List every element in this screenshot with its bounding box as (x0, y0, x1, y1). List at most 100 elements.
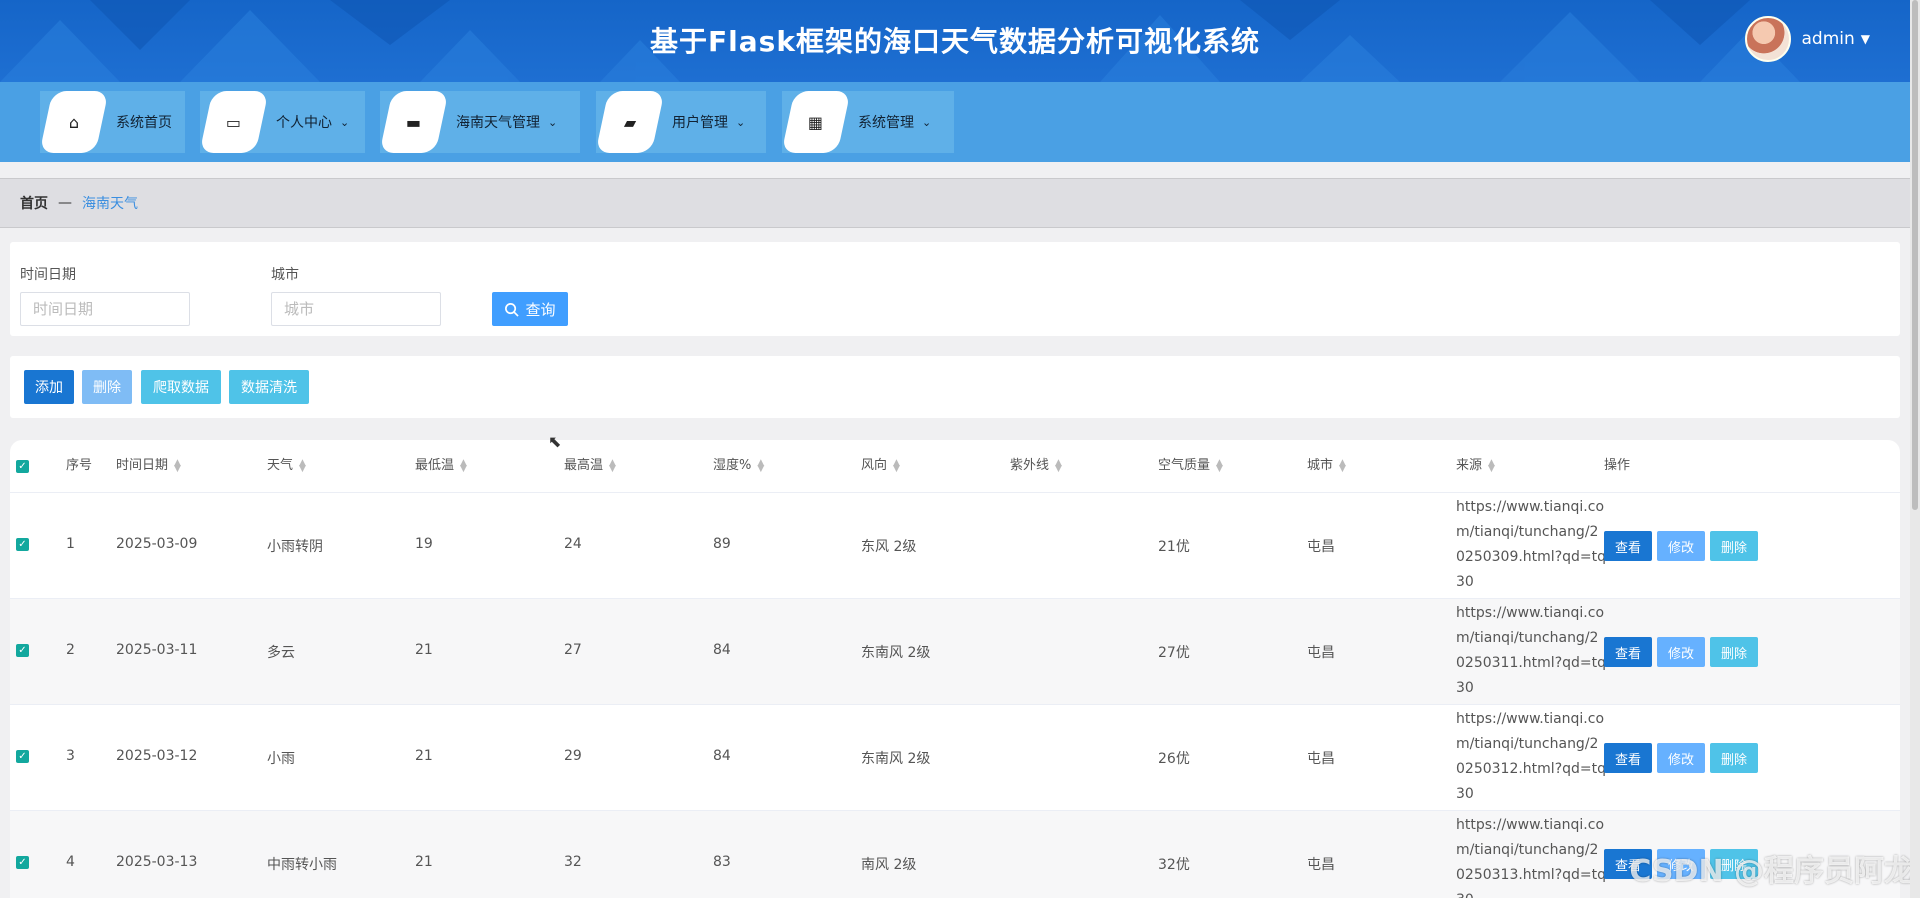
city-input[interactable] (271, 292, 441, 326)
chevron-down-icon: ⌄ (736, 115, 746, 129)
delete-button[interactable]: 删除 (1710, 531, 1758, 561)
cell-index: 4 (66, 854, 75, 870)
column-header[interactable]: 时间日期 ▲ ▼ (116, 440, 181, 492)
view-button[interactable]: 查看 (1604, 531, 1652, 561)
nav-item-weather-management[interactable]: ▬ 海南天气管理 ⌄ (379, 91, 580, 153)
table-row: ✓ 2 2025-03-11 多云 21 27 84 东南风 2级 27优 屯昌… (10, 599, 1900, 705)
nav-item-personal-center[interactable]: ▭ 个人中心 ⌄ (199, 91, 365, 153)
breadcrumb: 首页 — 海南天气 (0, 178, 1910, 228)
sort-icon: ▲ ▼ (757, 457, 765, 474)
column-header[interactable]: 来源 ▲ ▼ (1456, 440, 1495, 492)
column-header[interactable]: 湿度% ▲ ▼ (713, 440, 764, 492)
home-icon: ⌂ (68, 112, 80, 132)
sort-icon: ▲ ▼ (460, 457, 467, 474)
breadcrumb-separator: — (58, 195, 72, 211)
delete-button[interactable]: 删除 (1710, 743, 1758, 773)
cell-high: 24 (564, 536, 582, 552)
select-all-checkbox[interactable]: ✓ (16, 460, 29, 473)
cell-index: 1 (66, 536, 75, 552)
sort-icon: ▲ ▼ (1055, 457, 1062, 474)
column-header[interactable]: 最低温 ▲ ▼ (415, 440, 467, 492)
cell-aqi: 27优 (1158, 645, 1190, 661)
breadcrumb-home[interactable]: 首页 (20, 193, 48, 213)
scrollbar-thumb[interactable] (1912, 0, 1918, 510)
row-checkbox[interactable]: ✓ (16, 856, 29, 869)
nav-item-label: 系统首页 (116, 115, 172, 131)
city-label: 城市 (271, 267, 299, 283)
cell-humidity: 84 (713, 642, 731, 658)
cell-low: 21 (415, 854, 433, 870)
cell-low: 21 (415, 642, 433, 658)
column-header[interactable]: 最高温 ▲ ▼ (564, 440, 616, 492)
cell-low: 19 (415, 536, 433, 552)
sort-icon: ▲ ▼ (1216, 457, 1223, 474)
avatar[interactable] (1745, 16, 1792, 62)
row-checkbox[interactable]: ✓ (16, 538, 29, 551)
cell-source: https://www.tianqi.com/tianqi/tunchang/2… (1456, 605, 1607, 696)
cell-wind: 东风 2级 (861, 539, 917, 555)
date-label: 时间日期 (20, 267, 76, 283)
chevron-down-icon: ⌄ (340, 115, 350, 129)
table-row: ✓ 3 2025-03-12 小雨 21 29 84 东南风 2级 26优 屯昌… (10, 705, 1900, 811)
cell-date: 2025-03-11 (116, 642, 198, 658)
search-icon (505, 302, 520, 317)
grid-icon: ▦ (808, 112, 824, 132)
caret-down-icon[interactable]: ▼ (1861, 32, 1870, 46)
row-checkbox[interactable]: ✓ (16, 750, 29, 763)
cell-wind: 南风 2级 (861, 857, 917, 873)
cell-source: https://www.tianqi.com/tianqi/tunchang/2… (1456, 499, 1607, 590)
row-checkbox[interactable]: ✓ (16, 644, 29, 657)
column-header[interactable]: 紫外线 ▲ ▼ (1010, 440, 1062, 492)
cell-aqi: 26优 (1158, 751, 1190, 767)
cell-weather: 小雨转阴 (267, 539, 323, 555)
clean-data-button[interactable]: 数据清洗 (229, 370, 309, 404)
nav-item-user-management[interactable]: ▰ 用户管理 ⌄ (595, 91, 766, 153)
cell-humidity: 83 (713, 854, 731, 870)
column-header[interactable]: 空气质量 ▲ ▼ (1158, 440, 1223, 492)
sort-icon: ▲ ▼ (174, 457, 181, 474)
edit-button[interactable]: 修改 (1657, 531, 1705, 561)
sort-icon: ▲ ▼ (1339, 457, 1346, 474)
crawl-data-button[interactable]: 爬取数据 (141, 370, 221, 404)
nav-item-label: 系统管理 (858, 115, 914, 131)
cell-low: 21 (415, 748, 433, 764)
breadcrumb-current: 海南天气 (82, 196, 138, 212)
nav-item-system-management[interactable]: ▦ 系统管理 ⌄ (781, 91, 954, 153)
cell-index: 3 (66, 748, 75, 764)
cell-weather: 小雨 (267, 751, 295, 767)
view-button[interactable]: 查看 (1604, 637, 1652, 667)
query-button[interactable]: 查询 (492, 292, 568, 326)
page-scrollbar[interactable] (1910, 0, 1920, 898)
nav-item-label: 海南天气管理 (456, 115, 540, 131)
edit-button[interactable]: 修改 (1657, 743, 1705, 773)
cell-aqi: 32优 (1158, 857, 1190, 873)
nav-item-home[interactable]: ⌂ 系统首页 (39, 91, 185, 153)
edit-button[interactable]: 修改 (1657, 637, 1705, 667)
table-row: ✓ 4 2025-03-13 中雨转小雨 21 32 83 南风 2级 32优 … (10, 811, 1900, 898)
delete-button[interactable]: 删除 (1710, 637, 1758, 667)
cell-city: 屯昌 (1307, 857, 1335, 873)
add-button[interactable]: 添加 (24, 370, 74, 404)
cell-date: 2025-03-13 (116, 854, 198, 870)
user-menu[interactable]: admin ▼ (1745, 16, 1870, 62)
cell-high: 32 (564, 854, 582, 870)
view-button[interactable]: 查看 (1604, 743, 1652, 773)
date-input[interactable] (20, 292, 190, 326)
top-header: 基于Flask框架的海口天气数据分析可视化系统 admin ▼ (0, 0, 1910, 82)
cell-weather: 中雨转小雨 (267, 857, 337, 873)
column-header[interactable]: 天气 ▲ ▼ (267, 440, 306, 492)
sort-icon: ▲ ▼ (609, 457, 616, 474)
main-nav: ⌂ 系统首页 ▭ 个人中心 ⌄ ▬ 海南天气管理 ⌄ ▰ 用户管理 ⌄ ▦ 系统… (0, 82, 1910, 162)
action-bar: 添加 删除 爬取数据 数据清洗 (10, 356, 1900, 418)
cell-humidity: 89 (713, 536, 731, 552)
delete-selected-button[interactable]: 删除 (82, 370, 132, 404)
briefcase-icon: ▰ (623, 112, 637, 132)
cell-high: 29 (564, 748, 582, 764)
sort-icon: ▲ ▼ (299, 457, 306, 474)
username[interactable]: admin (1801, 29, 1854, 49)
monitor-icon: ▬ (406, 112, 422, 132)
cell-index: 2 (66, 642, 75, 658)
column-header[interactable]: 城市 ▲ ▼ (1307, 440, 1346, 492)
column-header[interactable]: 风向 ▲ ▼ (861, 440, 900, 492)
cell-aqi: 21优 (1158, 539, 1190, 555)
